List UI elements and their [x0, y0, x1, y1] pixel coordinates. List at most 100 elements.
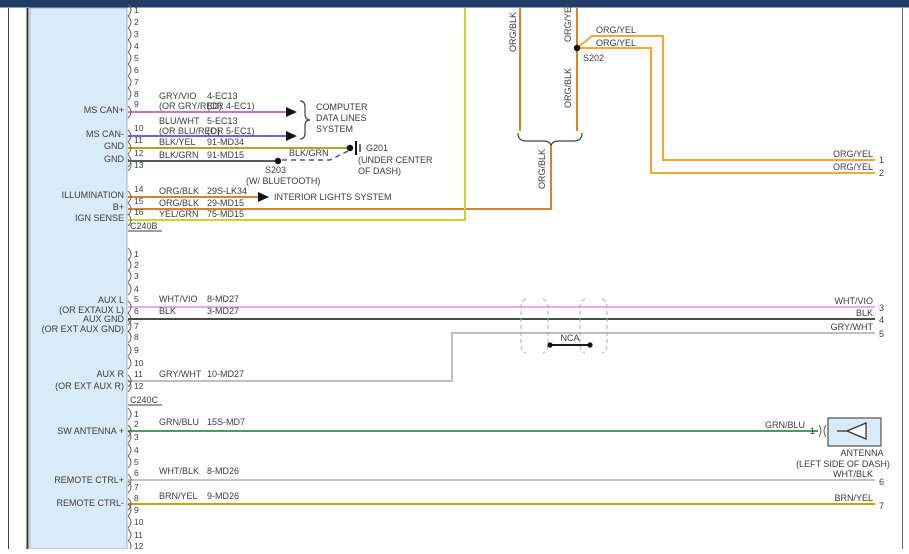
wire-label: ANTENNA: [840, 448, 883, 458]
connector-label: C240C: [130, 395, 159, 405]
pin-number: 8: [134, 332, 139, 342]
wire-label: BRN/YEL: [159, 491, 198, 501]
wire-label: DATA LINES: [316, 113, 367, 123]
wire-label: ORG/BLK: [159, 186, 199, 196]
wire-label: 5: [879, 329, 884, 339]
wire-label: BLK/GRN: [289, 148, 329, 158]
pin-number: 14: [134, 184, 144, 194]
wire-label: BLK: [856, 308, 873, 318]
wire-label: 75-MD15: [207, 209, 244, 219]
pin-function-label: AUX R: [96, 369, 124, 379]
pin-number: 7: [134, 482, 139, 492]
splice-s203: [275, 158, 281, 164]
wire-label: NCA: [560, 333, 579, 343]
pin-number: 12: [134, 148, 144, 158]
pin-function-label: IGN SENSE: [75, 213, 124, 223]
wire-label: WHT/BLK: [159, 466, 199, 476]
pin-function-label: MS CAN+: [84, 105, 124, 115]
ground-g201-dot: [347, 145, 353, 151]
wire-label: 4: [879, 315, 884, 325]
wire-label: 4-EC13: [207, 91, 238, 101]
wire-label: (UNDER CENTER: [358, 155, 433, 165]
pin-number: 4: [134, 284, 139, 294]
pin-number: 7: [134, 321, 139, 331]
wiring-diagram-page: 12345678910111213141516C240B123456789101…: [0, 0, 909, 554]
pin-function-label: AUX GND: [83, 314, 125, 324]
wire-label: GRN/BLU: [159, 417, 199, 427]
pin-number: 5: [134, 294, 139, 304]
wire-label: 2: [879, 168, 884, 178]
pin-number: 3: [134, 271, 139, 281]
wire-label: YEL/GRN: [159, 209, 199, 219]
wire-label: (LEFT SIDE OF DASH): [796, 459, 890, 469]
pin-function-label: B+: [113, 202, 124, 212]
wire-label: WHT/VIO: [835, 296, 874, 306]
pin-number: 1: [134, 5, 139, 15]
wire-label: ORG/BLK: [159, 198, 199, 208]
wire-label: ORG/YEL: [833, 162, 873, 172]
wire-label: 91-MD15: [207, 150, 244, 160]
nca-end-left: [547, 342, 552, 347]
wire-label: OF DASH): [358, 166, 401, 176]
wire-label: ORG/BLK: [508, 12, 518, 52]
pin-number: 6: [134, 306, 139, 316]
wire-label: GRY/VIO: [159, 91, 196, 101]
wire-label: S203: [265, 165, 286, 175]
wire-label: 10-MD27: [207, 369, 244, 379]
pin-number: 9: [134, 505, 139, 515]
pin-number: 12: [134, 381, 144, 391]
wire-label: 91-MD34: [207, 137, 244, 147]
pin-function-label: (OR EXT AUX GND): [42, 324, 124, 334]
wire-label: ORG/YEL: [596, 38, 636, 48]
pin-function-label: MS CAN-: [86, 129, 124, 139]
pin-number: 4: [134, 445, 139, 455]
wire-label: 5-EC13: [207, 116, 238, 126]
pin-function-label: REMOTE CTRL+: [54, 475, 124, 485]
wire-label: BLK: [159, 306, 176, 316]
radio-component-panel: [30, 8, 127, 549]
pin-number: 10: [134, 358, 144, 368]
wire-label: G201: [366, 143, 388, 153]
wire-label: (OR 5-EC1): [207, 126, 255, 136]
wire-label: ORG/YEL: [563, 2, 573, 42]
pin-number: 5: [134, 457, 139, 467]
pin-number: 12: [134, 541, 144, 549]
pin-number: 2: [134, 17, 139, 27]
pin-function-label: (OR EXT AUX R): [55, 381, 124, 391]
wire-label: 15S-MD7: [207, 417, 245, 427]
wire-label: 7: [879, 501, 884, 511]
pin-number: 3: [134, 432, 139, 442]
pin-number: 7: [134, 77, 139, 87]
pin-number: 4: [134, 41, 139, 51]
pin-number: 2: [134, 260, 139, 270]
pin-number: 11: [134, 135, 143, 145]
pin-number: 9: [134, 99, 139, 109]
wire-label: 8-MD27: [207, 294, 239, 304]
pin-number: 11: [134, 369, 143, 379]
wire-label: BRN/YEL: [834, 493, 873, 503]
nca-end-right: [587, 342, 592, 347]
pin-number: 1: [134, 249, 139, 259]
pin-function-label: ILLUMINATION: [62, 190, 124, 200]
pin-number: 6: [134, 468, 139, 478]
wire-label: 3: [879, 303, 884, 313]
pin-number: 2: [134, 419, 139, 429]
wire-label: 29S-LK34: [207, 186, 247, 196]
pin-number: 11: [134, 530, 143, 540]
wire-label: 1: [810, 426, 815, 436]
connector-label: C240B: [130, 221, 158, 231]
wire-label: 8-MD26: [207, 466, 239, 476]
pin-function-label: REMOTE CTRL-: [57, 498, 125, 508]
wire-label: INTERIOR LIGHTS SYSTEM: [274, 192, 392, 202]
wire-label: ORG/BLK: [537, 149, 547, 189]
wire-label: (W/ BLUETOOTH): [246, 176, 320, 186]
wire-label: ORG/YEL: [833, 149, 873, 159]
pin-function-label: GND: [104, 154, 125, 164]
wire-label: (OR 4-EC1): [207, 101, 255, 111]
pin-number: 5: [134, 53, 139, 63]
splice-s202: [574, 45, 580, 51]
wire-label: GRY/WHT: [831, 322, 874, 332]
pin-function-label: SW ANTENNA +: [57, 426, 124, 436]
pin-number: 9: [134, 345, 139, 355]
wiring-diagram-canvas: 12345678910111213141516C240B123456789101…: [0, 0, 909, 549]
